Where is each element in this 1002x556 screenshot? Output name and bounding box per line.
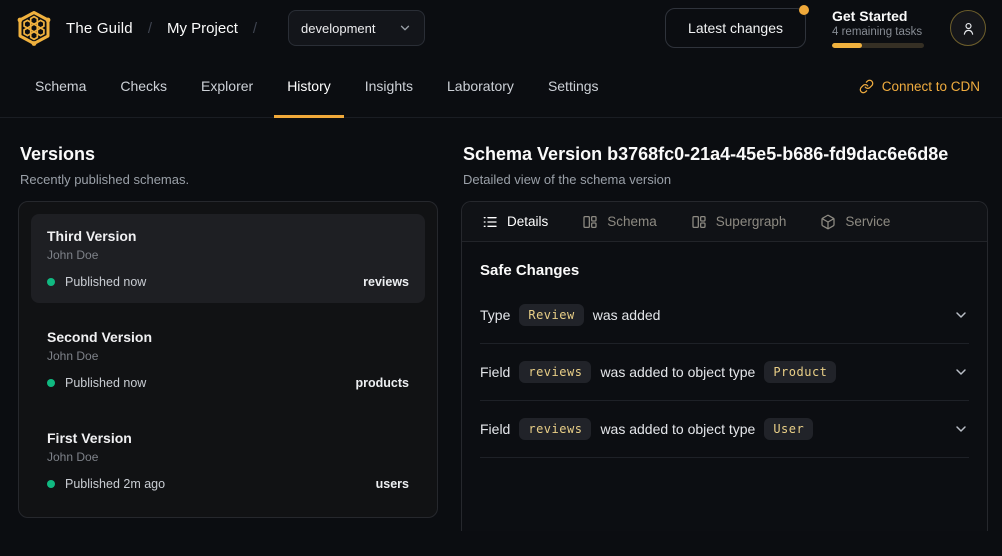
project-navbar: Schema Checks Explorer History Insights … <box>0 56 1002 118</box>
connect-to-cdn-label: Connect to CDN <box>882 79 980 94</box>
versions-title: Versions <box>20 144 438 165</box>
detail-tab-details[interactable]: Details <box>482 214 548 230</box>
breadcrumb-org[interactable]: The Guild <box>66 20 133 37</box>
version-author: John Doe <box>47 349 409 363</box>
schema-version-title: Schema Version b3768fc0-21a4-45e5-b686-f… <box>463 144 988 165</box>
change-target-badge: User <box>764 418 813 440</box>
chevron-down-icon[interactable] <box>953 364 969 380</box>
chevron-down-icon[interactable] <box>953 307 969 323</box>
panels-icon <box>691 214 707 230</box>
published-dot-icon <box>47 379 55 387</box>
versions-column: Versions Recently published schemas. Thi… <box>18 118 438 531</box>
safe-changes-title: Safe Changes <box>480 242 969 287</box>
tab-history[interactable]: History <box>274 56 344 118</box>
chevron-down-icon <box>398 21 412 35</box>
version-service: users <box>376 477 409 491</box>
version-status: Published now <box>65 376 146 390</box>
tab-explorer[interactable]: Explorer <box>188 56 266 118</box>
nav-tabs: Schema Checks Explorer History Insights … <box>22 56 612 117</box>
versions-subtitle: Recently published schemas. <box>20 172 438 187</box>
change-prefix: Type <box>480 307 510 323</box>
detail-tab-label: Details <box>507 214 548 229</box>
version-name: Third Version <box>47 228 409 244</box>
detail-tab-service[interactable]: Service <box>820 214 890 230</box>
header-right-group: Latest changes Get Started 4 remaining t… <box>665 8 986 48</box>
change-code-badge: reviews <box>519 418 591 440</box>
chevron-down-icon[interactable] <box>953 421 969 437</box>
detail-tab-label: Schema <box>607 214 657 229</box>
version-service: reviews <box>363 275 409 289</box>
change-target-badge: Product <box>764 361 836 383</box>
latest-changes-label: Latest changes <box>688 20 783 36</box>
change-prefix: Field <box>480 421 510 437</box>
version-detail-card: Details Schema Supergraph <box>461 201 988 531</box>
tab-laboratory[interactable]: Laboratory <box>434 56 527 118</box>
tab-insights[interactable]: Insights <box>352 56 426 118</box>
user-icon <box>960 20 977 37</box>
main-content: Versions Recently published schemas. Thi… <box>0 118 1002 531</box>
detail-tab-label: Service <box>845 214 890 229</box>
version-name: Second Version <box>47 329 409 345</box>
breadcrumb-separator: / <box>253 20 257 37</box>
change-prefix: Field <box>480 364 510 380</box>
detail-tab-supergraph[interactable]: Supergraph <box>691 214 787 230</box>
detail-tab-label: Supergraph <box>716 214 787 229</box>
environment-select-value: development <box>301 21 375 36</box>
change-suffix: was added to object type <box>600 421 755 437</box>
published-dot-icon <box>47 278 55 286</box>
list-icon <box>482 214 498 230</box>
top-header: The Guild / My Project / development Lat… <box>0 0 1002 56</box>
version-item-second[interactable]: Second Version John Doe Published now pr… <box>31 315 425 404</box>
change-row-type-review[interactable]: Type Review was added <box>480 287 969 344</box>
notification-dot <box>799 5 809 15</box>
schema-version-subtitle: Detailed view of the schema version <box>463 172 988 187</box>
cube-icon <box>820 214 836 230</box>
get-started-title: Get Started <box>832 8 924 24</box>
change-suffix: was added to object type <box>600 364 755 380</box>
link-icon <box>859 79 874 94</box>
versions-list: Third Version John Doe Published now rev… <box>18 201 438 518</box>
tab-schema[interactable]: Schema <box>22 56 99 118</box>
change-row-field-product[interactable]: Field reviews was added to object type P… <box>480 344 969 401</box>
version-item-third[interactable]: Third Version John Doe Published now rev… <box>31 214 425 303</box>
published-dot-icon <box>47 480 55 488</box>
get-started-progress-fill <box>832 43 862 48</box>
breadcrumb-separator: / <box>148 20 152 37</box>
version-status: Published now <box>65 275 146 289</box>
version-author: John Doe <box>47 248 409 262</box>
get-started-widget[interactable]: Get Started 4 remaining tasks <box>832 8 924 48</box>
version-detail-column: Schema Version b3768fc0-21a4-45e5-b686-f… <box>461 118 988 531</box>
hive-logo-icon[interactable] <box>16 10 52 46</box>
version-status: Published 2m ago <box>65 477 165 491</box>
user-avatar[interactable] <box>950 10 986 46</box>
get-started-progress-track <box>832 43 924 48</box>
get-started-subtitle: 4 remaining tasks <box>832 26 924 38</box>
panels-icon <box>582 214 598 230</box>
version-author: John Doe <box>47 450 409 464</box>
detail-tab-schema[interactable]: Schema <box>582 214 657 230</box>
change-suffix: was added <box>593 307 661 323</box>
tab-checks[interactable]: Checks <box>107 56 180 118</box>
version-name: First Version <box>47 430 409 446</box>
tab-settings[interactable]: Settings <box>535 56 612 118</box>
version-item-first[interactable]: First Version John Doe Published 2m ago … <box>31 416 425 505</box>
change-code-badge: reviews <box>519 361 591 383</box>
version-service: products <box>356 376 409 390</box>
breadcrumb-project[interactable]: My Project <box>167 20 238 37</box>
change-row-field-user[interactable]: Field reviews was added to object type U… <box>480 401 969 458</box>
changes-section: Safe Changes Type Review was added Field… <box>462 242 987 458</box>
connect-to-cdn-link[interactable]: Connect to CDN <box>859 56 980 117</box>
change-code-badge: Review <box>519 304 583 326</box>
environment-select[interactable]: development <box>288 10 424 46</box>
detail-tabs: Details Schema Supergraph <box>462 202 987 242</box>
latest-changes-button[interactable]: Latest changes <box>665 8 806 48</box>
